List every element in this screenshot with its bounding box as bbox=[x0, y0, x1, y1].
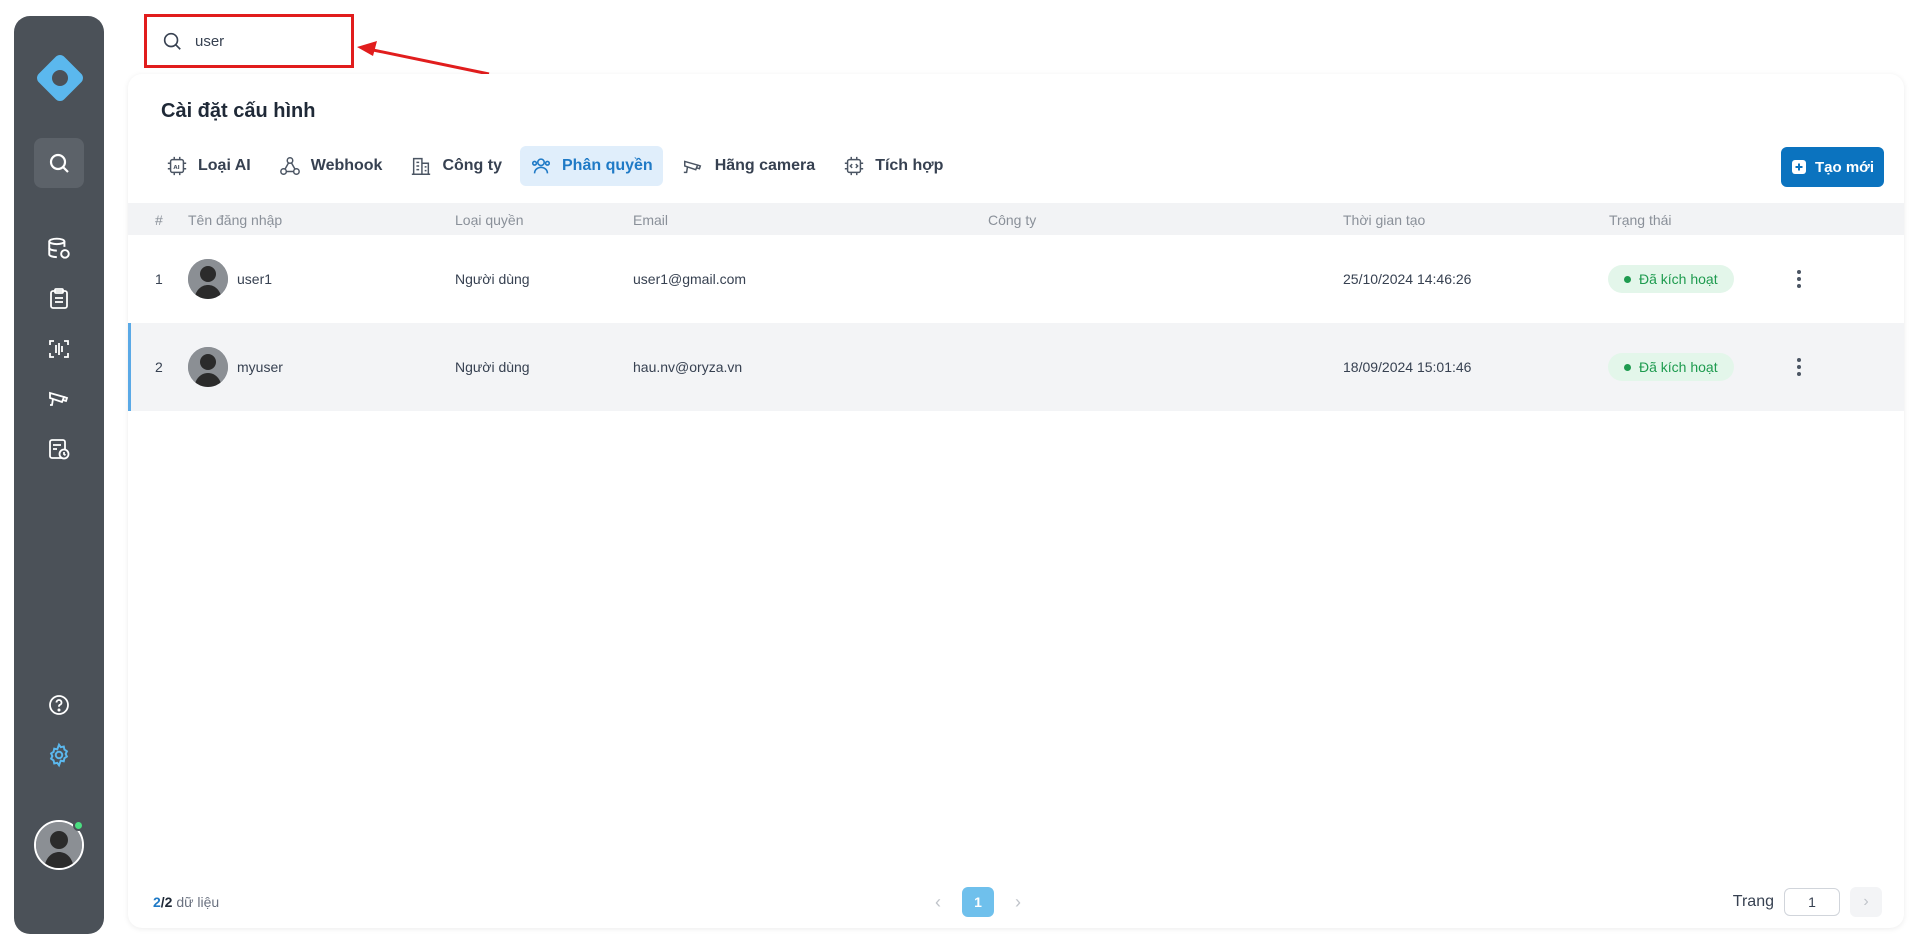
webhook-icon bbox=[279, 157, 300, 175]
count-suffix: dữ liệu bbox=[172, 894, 220, 910]
cctv-icon bbox=[49, 391, 69, 406]
tab-permissions[interactable]: Phân quyền bbox=[520, 146, 663, 186]
sidebar-search-button[interactable] bbox=[34, 138, 84, 188]
status-label: Đã kích hoạt bbox=[1639, 271, 1718, 287]
prev-page-button[interactable]: ‹ bbox=[928, 887, 948, 917]
row-username: myuser bbox=[237, 359, 283, 375]
sidebar-database-button[interactable] bbox=[34, 224, 84, 274]
total-count: /2 bbox=[160, 894, 173, 910]
row-actions-menu-icon[interactable] bbox=[1789, 353, 1809, 381]
row-email: user1@gmail.com bbox=[633, 271, 747, 287]
plus-square-icon bbox=[1791, 160, 1806, 174]
row-created: 18/09/2024 15:01:46 bbox=[1343, 359, 1472, 375]
tab-company[interactable]: Công ty bbox=[400, 146, 512, 186]
table-header: # Tên đăng nhập Loại quyền Email Công ty… bbox=[128, 203, 1904, 235]
tab-bar: AI Loại AI Webhook Công ty Phân quyền Hã… bbox=[156, 146, 953, 186]
clipboard-list-icon bbox=[50, 288, 68, 309]
col-created: Thời gian tạo bbox=[1343, 212, 1426, 228]
page-jump: Trang › bbox=[1733, 887, 1882, 917]
sidebar bbox=[14, 16, 104, 934]
database-icon bbox=[48, 237, 70, 259]
shown-count: 2 bbox=[153, 894, 161, 910]
scan-frame-icon bbox=[49, 340, 69, 358]
create-new-button[interactable]: Tạo mới bbox=[1780, 147, 1884, 187]
page-jump-label: Trang bbox=[1732, 893, 1774, 910]
search-input[interactable] bbox=[195, 32, 335, 50]
col-company: Công ty bbox=[988, 212, 1037, 228]
row-role: Người dùng bbox=[455, 271, 530, 287]
sidebar-settings-button[interactable] bbox=[34, 730, 84, 780]
building-icon bbox=[412, 157, 431, 175]
row-actions-menu-icon[interactable] bbox=[1789, 265, 1809, 293]
col-email: Email bbox=[633, 212, 669, 228]
tab-camera-brand[interactable]: Hãng camera bbox=[671, 146, 826, 186]
integration-chip-icon bbox=[845, 156, 864, 176]
pagination: ‹ 1 › bbox=[928, 887, 1028, 917]
row-index: 1 bbox=[155, 271, 163, 287]
tab-label: Công ty bbox=[442, 157, 502, 174]
tab-label: Phân quyền bbox=[562, 157, 653, 174]
row-created: 25/10/2024 14:46:26 bbox=[1343, 271, 1472, 287]
table-row[interactable]: 1 user1 Người dùng user1@gmail.com 25/10… bbox=[128, 235, 1904, 323]
col-role: Loại quyền bbox=[455, 212, 524, 228]
sidebar-history-button[interactable] bbox=[34, 424, 84, 474]
avatar bbox=[188, 347, 228, 387]
report-clock-icon bbox=[49, 439, 70, 460]
sidebar-report-button[interactable] bbox=[34, 274, 84, 324]
tab-webhook[interactable]: Webhook bbox=[269, 146, 393, 186]
ai-chip-icon: AI bbox=[167, 156, 187, 176]
page-title: Cài đặt cấu hình bbox=[161, 100, 316, 122]
tab-integration[interactable]: Tích hợp bbox=[833, 146, 953, 186]
page-number-button[interactable]: 1 bbox=[962, 887, 994, 917]
help-circle-icon bbox=[49, 695, 69, 715]
search-icon bbox=[163, 32, 181, 50]
app-logo[interactable] bbox=[34, 52, 86, 104]
create-new-label: Tạo mới bbox=[1814, 158, 1874, 176]
cctv-camera-icon bbox=[683, 160, 701, 174]
col-status: Trạng thái bbox=[1609, 212, 1672, 228]
tab-label: Hãng camera bbox=[714, 157, 816, 174]
status-badge: Đã kích hoạt bbox=[1608, 265, 1734, 293]
row-username: user1 bbox=[237, 271, 273, 287]
row-email: hau.nv@oryza.vn bbox=[633, 359, 743, 375]
users-permission-icon bbox=[531, 158, 551, 174]
search-box[interactable] bbox=[144, 14, 354, 68]
gear-icon bbox=[49, 742, 69, 768]
row-role: Người dùng bbox=[455, 359, 530, 375]
svg-text:AI: AI bbox=[173, 165, 179, 171]
tab-label: Webhook bbox=[310, 157, 383, 174]
status-badge: Đã kích hoạt bbox=[1608, 353, 1734, 381]
avatar bbox=[188, 259, 228, 299]
col-index: # bbox=[155, 212, 163, 228]
col-username: Tên đăng nhập bbox=[188, 212, 283, 228]
tab-ai-type[interactable]: AI Loại AI bbox=[156, 146, 261, 186]
sidebar-help-button[interactable] bbox=[34, 680, 84, 730]
search-icon bbox=[49, 153, 69, 173]
next-page-button[interactable]: › bbox=[1008, 887, 1028, 917]
page-jump-next-button[interactable]: › bbox=[1850, 887, 1882, 917]
tab-label: Loại AI bbox=[198, 157, 251, 174]
sidebar-camera-button[interactable] bbox=[34, 374, 84, 424]
table-row[interactable]: 2 myuser Người dùng hau.nv@oryza.vn 18/0… bbox=[128, 323, 1904, 411]
tab-label: Tích hợp bbox=[875, 157, 944, 174]
main-card: Cài đặt cấu hình AI Loại AI Webhook Công… bbox=[128, 74, 1904, 928]
row-index: 2 bbox=[155, 359, 163, 375]
record-count: 2/2 dữ liệu bbox=[153, 894, 219, 910]
online-indicator bbox=[73, 820, 84, 831]
page-jump-input[interactable] bbox=[1784, 888, 1840, 916]
sidebar-face-scan-button[interactable] bbox=[34, 324, 84, 374]
status-label: Đã kích hoạt bbox=[1639, 359, 1718, 375]
